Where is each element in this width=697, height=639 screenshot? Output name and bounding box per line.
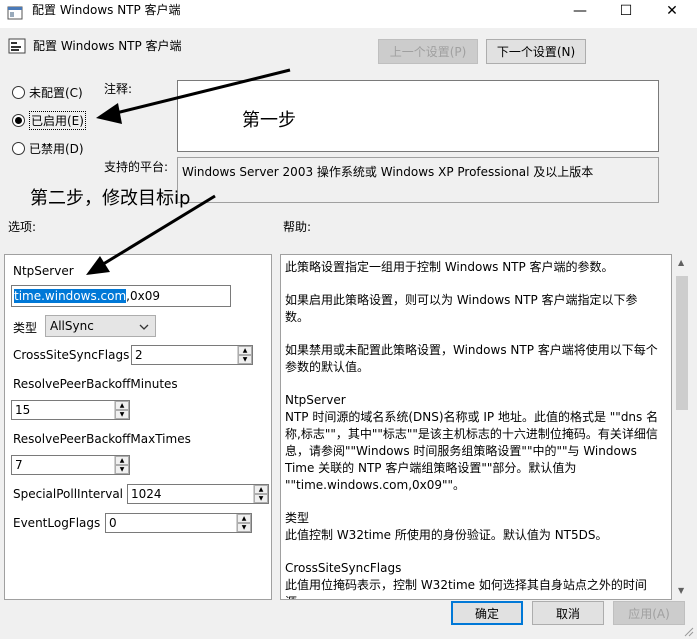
- spin-down-icon[interactable]: ▼: [238, 355, 252, 364]
- radio-disabled[interactable]: 已禁用(D): [12, 140, 84, 157]
- special-poll-value: 1024: [131, 487, 162, 501]
- spin-up-icon[interactable]: ▲: [238, 346, 252, 355]
- help-paragraph: 如果启用此策略设置，则可以为 Windows NTP 客户端指定以下参数。: [285, 293, 638, 324]
- annotation-step1: 第一步: [242, 110, 296, 131]
- backoff-max-stepper[interactable]: 7 ▲ ▼: [11, 455, 130, 475]
- backoff-minutes-value: 15: [15, 403, 31, 417]
- maximize-button[interactable]: ☐: [606, 0, 646, 22]
- platform-field: Windows Server 2003 操作系统或 Windows XP Pro…: [177, 157, 659, 203]
- type-label: 类型: [13, 321, 38, 335]
- event-log-stepper[interactable]: 0 ▲ ▼: [105, 513, 252, 533]
- cross-site-stepper[interactable]: 2 ▲ ▼: [131, 345, 253, 365]
- spin-down-icon[interactable]: ▼: [237, 523, 251, 532]
- spin-down-icon[interactable]: ▼: [115, 410, 129, 419]
- special-poll-stepper[interactable]: 1024 ▲ ▼: [127, 484, 269, 504]
- spin-up-icon[interactable]: ▲: [115, 401, 129, 410]
- page-title: 配置 Windows NTP 客户端: [33, 39, 182, 53]
- ntp-server-input[interactable]: time.windows.com ,0x09: [11, 285, 231, 307]
- ntp-server-selected-text: time.windows.com: [14, 289, 127, 303]
- comment-label: 注释:: [104, 82, 133, 96]
- spin-up-icon[interactable]: ▲: [254, 485, 268, 494]
- radio-circle: [12, 86, 25, 99]
- type-select[interactable]: AllSync: [45, 315, 156, 337]
- event-log-value: 0: [109, 516, 117, 530]
- type-select-value: AllSync: [50, 319, 94, 333]
- radio-label: 已禁用(D): [29, 142, 84, 156]
- next-setting-button[interactable]: 下一个设置(N): [486, 39, 586, 64]
- scroll-thumb[interactable]: [676, 276, 688, 410]
- backoff-max-value: 7: [15, 458, 23, 472]
- minimize-button[interactable]: —: [560, 0, 600, 22]
- window-title: 配置 Windows NTP 客户端: [32, 3, 181, 17]
- ok-button[interactable]: 确定: [451, 601, 523, 625]
- ntp-server-rest-text: ,0x09: [126, 289, 160, 303]
- scroll-up-icon[interactable]: ▲: [678, 258, 684, 267]
- scroll-down-icon[interactable]: ▼: [678, 586, 684, 595]
- help-scrollbar[interactable]: ▲ ▼: [674, 254, 690, 600]
- platform-value: Windows Server 2003 操作系统或 Windows XP Pro…: [182, 165, 594, 179]
- cross-site-label: CrossSiteSyncFlags: [13, 348, 130, 362]
- setting-icon: [8, 38, 26, 54]
- help-paragraph: CrossSiteSyncFlags 此值用位掩码表示，控制 W32time 如…: [285, 561, 647, 599]
- close-button[interactable]: ✕: [652, 0, 692, 22]
- options-panel: NtpServer time.windows.com ,0x09 类型 AllSy…: [4, 254, 272, 600]
- platform-label: 支持的平台:: [104, 160, 169, 174]
- help-panel: 此策略设置指定一组用于控制 Windows NTP 客户端的参数。 如果启用此策…: [280, 254, 672, 600]
- spin-down-icon[interactable]: ▼: [115, 465, 129, 474]
- help-paragraph: NtpServer NTP 时间源的域名系统(DNS)名称或 IP 地址。此值的…: [285, 393, 659, 492]
- help-paragraph: 类型 此值控制 W32time 所使用的身份验证。默认值为 NT5DS。: [285, 511, 608, 542]
- spin-up-icon[interactable]: ▲: [115, 456, 129, 465]
- help-text: 此策略设置指定一组用于控制 Windows NTP 客户端的参数。 如果启用此策…: [281, 255, 665, 599]
- app-icon: [7, 5, 23, 21]
- spin-up-icon[interactable]: ▲: [237, 514, 251, 523]
- resize-grip-icon[interactable]: [684, 626, 694, 637]
- dialog-body: 配置 Windows NTP 客户端 上一个设置(P) 下一个设置(N) 未配置…: [0, 28, 697, 639]
- radio-enabled[interactable]: 已启用(E): [12, 111, 86, 130]
- help-paragraph: 此策略设置指定一组用于控制 Windows NTP 客户端的参数。: [285, 260, 614, 274]
- cross-site-value: 2: [135, 348, 143, 362]
- cancel-button[interactable]: 取消: [532, 601, 604, 625]
- backoff-max-label: ResolvePeerBackoffMaxTimes: [13, 432, 191, 446]
- special-poll-label: SpecialPollInterval: [13, 487, 124, 501]
- comment-scrollbar[interactable]: [659, 80, 671, 152]
- radio-label: 未配置(C): [29, 86, 83, 100]
- radio-circle: [12, 114, 25, 127]
- backoff-minutes-label: ResolvePeerBackoffMinutes: [13, 377, 178, 391]
- event-log-label: EventLogFlags: [13, 516, 101, 530]
- prev-setting-button[interactable]: 上一个设置(P): [378, 39, 478, 64]
- help-paragraph: 如果禁用或未配置此策略设置，Windows NTP 客户端将使用以下每个参数的默…: [285, 343, 658, 374]
- help-section-label: 帮助:: [283, 220, 312, 234]
- apply-button[interactable]: 应用(A): [613, 601, 685, 625]
- annotation-step2: 第二步，修改目标ip: [30, 188, 191, 209]
- title-bar: 配置 Windows NTP 客户端 — ☐ ✕: [0, 0, 697, 28]
- options-section-label: 选项:: [8, 220, 37, 234]
- backoff-minutes-stepper[interactable]: 15 ▲ ▼: [11, 400, 130, 420]
- spin-down-icon[interactable]: ▼: [254, 494, 268, 503]
- ntp-server-label: NtpServer: [13, 264, 74, 278]
- chevron-down-icon: [139, 319, 149, 333]
- radio-not-configured[interactable]: 未配置(C): [12, 84, 83, 101]
- radio-label: 已启用(E): [29, 111, 86, 130]
- radio-circle: [12, 142, 25, 155]
